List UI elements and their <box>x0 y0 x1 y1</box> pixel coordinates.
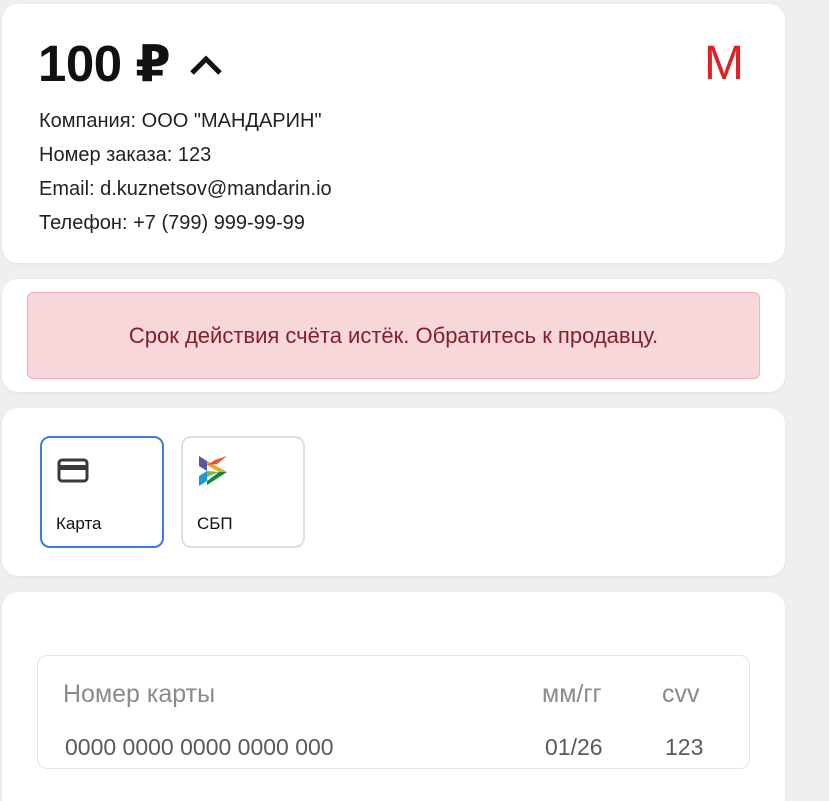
card-input-box: Номер карты мм/гг cvv <box>37 655 750 769</box>
amount-row: 100 ₽ <box>38 38 224 89</box>
payment-method-sbp[interactable]: СБП <box>181 436 305 548</box>
cvv-label: cvv <box>662 680 700 708</box>
card-number-label: Номер карты <box>63 680 216 708</box>
expiry-input[interactable] <box>545 732 635 762</box>
order-number-text: Номер заказа: 123 <box>39 144 212 166</box>
email-text: Email: d.kuznetsov@mandarin.io <box>39 178 332 200</box>
order-amount: 100 ₽ <box>38 35 171 92</box>
card-number-input[interactable] <box>65 732 485 762</box>
chevron-up-icon[interactable] <box>188 49 224 79</box>
cvv-input[interactable] <box>665 732 703 762</box>
payment-method-sbp-label: СБП <box>197 514 233 533</box>
phone-text: Телефон: +7 (799) 999-99-99 <box>39 212 305 234</box>
payment-method-card[interactable]: Карта <box>40 436 164 548</box>
credit-card-icon <box>56 454 90 488</box>
company-text: Компания: ООО "МАНДАРИН" <box>39 110 322 132</box>
expired-alert: Срок действия счёта истёк. Обратитесь к … <box>27 292 760 379</box>
payment-methods-card: Карта СБП <box>2 408 785 576</box>
order-info-card: 100 ₽ M Компания: ООО "МАНДАРИН" Номер з… <box>2 4 785 263</box>
payment-method-card-label: Карта <box>56 514 102 533</box>
payment-page: 100 ₽ M Компания: ООО "МАНДАРИН" Номер з… <box>0 0 829 801</box>
order-details: Компания: ООО "МАНДАРИН" Номер заказа: 1… <box>39 104 332 240</box>
alert-card: Срок действия счёта истёк. Обратитесь к … <box>2 279 785 392</box>
mandarin-logo: M <box>704 37 744 90</box>
card-form-card: Номер карты мм/гг cvv <box>2 592 785 801</box>
expiry-label: мм/гг <box>542 680 602 708</box>
alert-message: Срок действия счёта истёк. Обратитесь к … <box>128 322 659 348</box>
sbp-logo-icon <box>197 454 231 488</box>
